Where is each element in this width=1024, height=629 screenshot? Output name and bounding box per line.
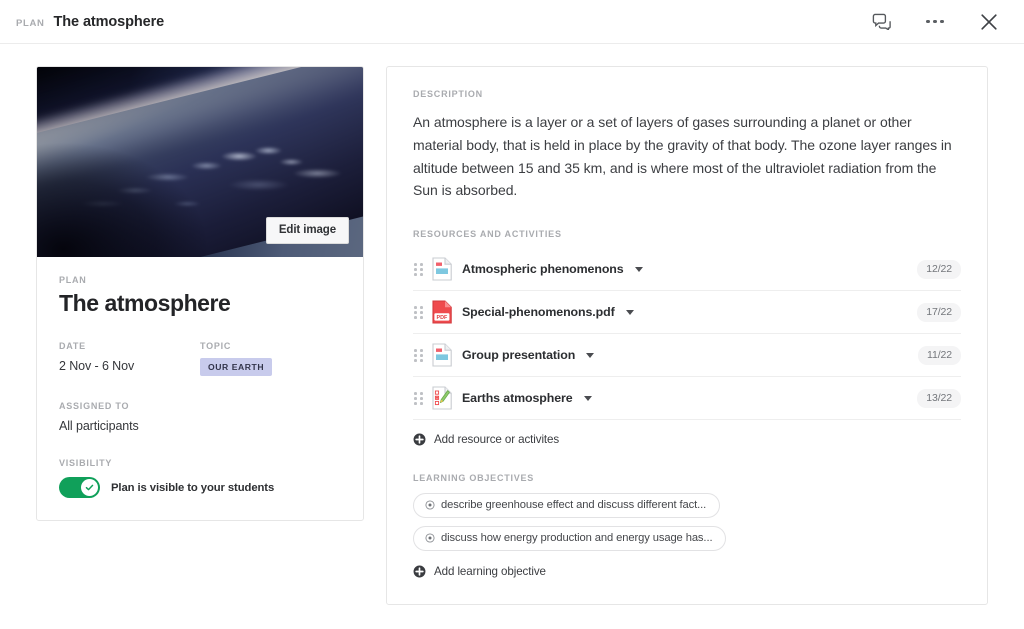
resource-name[interactable]: Atmospheric phenomenons: [462, 262, 624, 276]
topic-label: TOPIC: [200, 341, 272, 351]
objectives-section: LEARNING OBJECTIVES describe greenhouse …: [413, 473, 961, 578]
document-icon: [432, 257, 453, 281]
plan-hero-image: Edit image: [37, 67, 363, 257]
quiz-icon: [432, 386, 453, 410]
svg-text:PDF: PDF: [437, 315, 448, 321]
resource-count-badge: 12/22: [917, 260, 961, 279]
description-label: DESCRIPTION: [413, 89, 961, 99]
resource-count-badge: 17/22: [917, 303, 961, 322]
drag-handle-icon[interactable]: [413, 349, 423, 362]
chevron-down-icon[interactable]: [584, 396, 592, 401]
description-text: An atmosphere is a layer or a set of lay…: [413, 111, 961, 202]
list-item[interactable]: discuss how energy production and energy…: [413, 526, 726, 551]
visibility-toggle[interactable]: [59, 477, 100, 498]
check-icon: [85, 483, 94, 492]
header-kicker: PLAN: [16, 18, 45, 29]
more-options-icon[interactable]: [922, 9, 948, 35]
add-resource-label: Add resource or activites: [434, 433, 559, 446]
visibility-field: VISIBILITY Plan is visible to your stude…: [59, 458, 341, 498]
plan-name: The atmosphere: [59, 290, 341, 317]
chevron-down-icon[interactable]: [626, 310, 634, 315]
add-resource-button[interactable]: Add resource or activites: [413, 433, 961, 446]
close-icon[interactable]: [976, 9, 1002, 35]
plan-details-panel: DESCRIPTION An atmosphere is a layer or …: [386, 66, 988, 605]
objectives-list: describe greenhouse effect and discuss d…: [413, 493, 961, 551]
more-options-dots: [926, 20, 944, 24]
resources-label: RESOURCES AND ACTIVITIES: [413, 229, 961, 239]
plus-circle-icon: [413, 433, 426, 446]
date-value[interactable]: 2 Nov - 6 Nov: [59, 359, 200, 373]
drag-handle-icon[interactable]: [413, 306, 423, 319]
drag-handle-icon[interactable]: [413, 392, 423, 405]
assigned-to-label: ASSIGNED TO: [59, 401, 341, 411]
objectives-label: LEARNING OBJECTIVES: [413, 473, 961, 483]
target-icon: [425, 533, 435, 543]
page-title: The atmosphere: [54, 14, 165, 30]
table-row[interactable]: Group presentation 11/22: [413, 334, 961, 377]
document-icon: [432, 343, 453, 367]
app-header: PLAN The atmosphere: [0, 0, 1024, 44]
plus-circle-icon: [413, 565, 426, 578]
date-label: DATE: [59, 341, 200, 351]
resource-name[interactable]: Earths atmosphere: [462, 391, 573, 405]
visibility-text: Plan is visible to your students: [111, 482, 274, 494]
objective-text: discuss how energy production and energy…: [441, 532, 712, 544]
plan-detail-stage: Edit image PLAN The atmosphere DATE 2 No…: [0, 44, 1024, 600]
assigned-to-value[interactable]: All participants: [59, 419, 341, 433]
dot-1: [926, 20, 930, 24]
resource-name[interactable]: Group presentation: [462, 348, 575, 362]
assigned-to-field: ASSIGNED TO All participants: [59, 401, 341, 433]
plan-summary-body: PLAN The atmosphere DATE 2 Nov - 6 Nov T…: [37, 257, 363, 520]
resource-count-badge: 13/22: [917, 389, 961, 408]
resources-list: Atmospheric phenomenons 12/22 PDF Specia…: [413, 248, 961, 420]
add-objective-button[interactable]: Add learning objective: [413, 565, 961, 578]
plan-meta-row: DATE 2 Nov - 6 Nov TOPIC OUR EARTH: [59, 341, 341, 376]
drag-handle-icon[interactable]: [413, 263, 423, 276]
header-actions: [868, 9, 1010, 35]
toggle-knob: [81, 479, 98, 496]
pdf-file-icon: PDF: [432, 300, 453, 324]
target-icon: [425, 500, 435, 510]
header-breadcrumb: PLAN The atmosphere: [16, 14, 164, 30]
plan-summary-card: Edit image PLAN The atmosphere DATE 2 No…: [36, 66, 364, 521]
topic-badge[interactable]: OUR EARTH: [200, 358, 272, 376]
dot-2: [933, 20, 937, 24]
date-field: DATE 2 Nov - 6 Nov: [59, 341, 200, 376]
edit-image-button[interactable]: Edit image: [266, 217, 349, 244]
resources-section: RESOURCES AND ACTIVITIES Atmospheric phe…: [413, 229, 961, 446]
table-row[interactable]: PDF Special-phenomenons.pdf 17/22: [413, 291, 961, 334]
visibility-label: VISIBILITY: [59, 458, 341, 468]
comments-icon[interactable]: [868, 9, 894, 35]
chevron-down-icon[interactable]: [586, 353, 594, 358]
table-row[interactable]: Atmospheric phenomenons 12/22: [413, 248, 961, 291]
chevron-down-icon[interactable]: [635, 267, 643, 272]
resource-count-badge: 11/22: [918, 346, 961, 365]
resource-name[interactable]: Special-phenomenons.pdf: [462, 305, 615, 319]
add-objective-label: Add learning objective: [434, 565, 546, 578]
topic-field: TOPIC OUR EARTH: [200, 341, 272, 376]
table-row[interactable]: Earths atmosphere 13/22: [413, 377, 961, 420]
dot-3: [940, 20, 944, 24]
list-item[interactable]: describe greenhouse effect and discuss d…: [413, 493, 720, 518]
plan-eyebrow-label: PLAN: [59, 275, 341, 285]
objective-text: describe greenhouse effect and discuss d…: [441, 499, 706, 511]
visibility-toggle-row: Plan is visible to your students: [59, 477, 341, 498]
